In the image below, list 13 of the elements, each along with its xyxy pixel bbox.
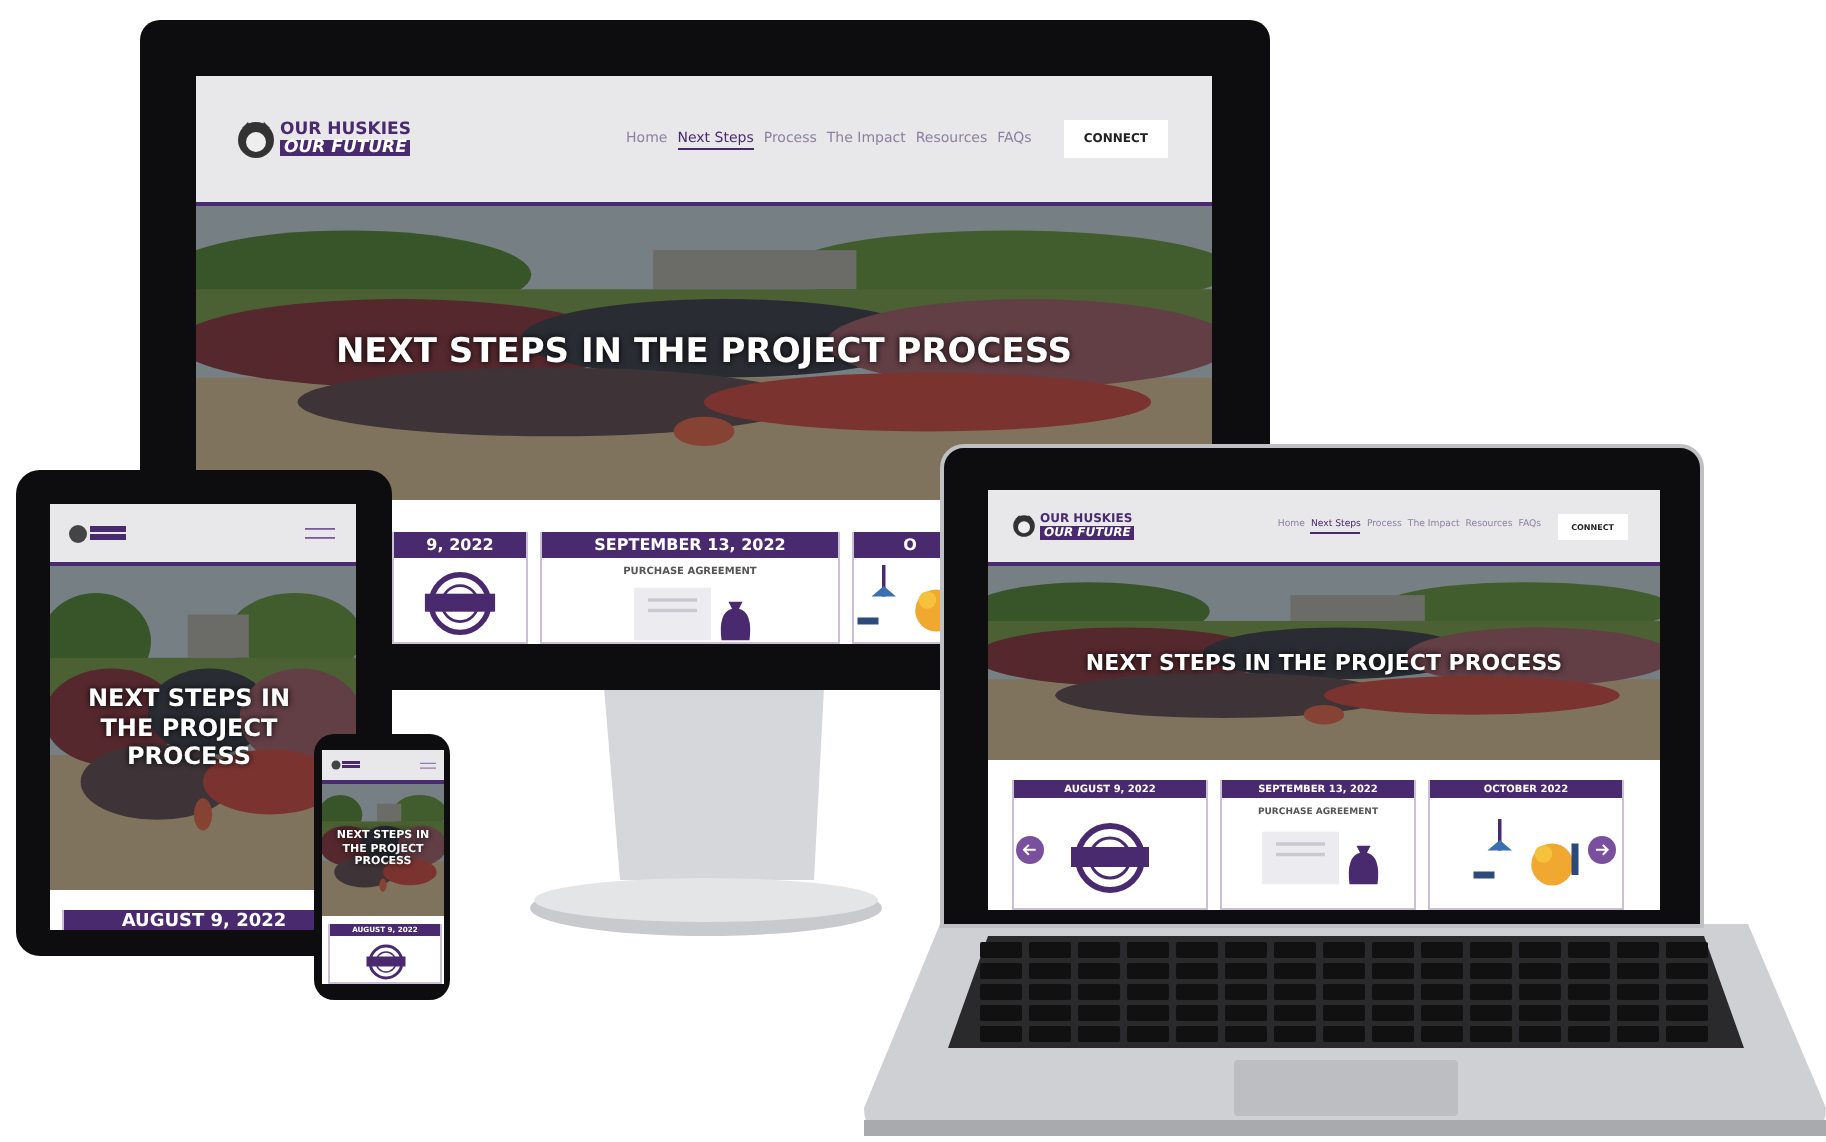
menu-icon[interactable] <box>420 761 436 769</box>
card-date: SEPTEMBER 13, 2022 <box>542 532 838 558</box>
next-button[interactable] <box>1588 835 1616 863</box>
logo-text: OUR FUTURE <box>280 139 411 157</box>
arrow-right-icon <box>1592 839 1612 859</box>
hero-title: NEXT STEPS IN THE PROJECT PROCESS <box>1085 649 1563 677</box>
previous-button[interactable] <box>1016 835 1044 863</box>
arrow-left-icon <box>1020 839 1040 859</box>
card-date: 9, 2022 <box>394 532 526 558</box>
hero-title: NEXT STEPS IN THE PROJECT PROCESS <box>335 332 1073 374</box>
logo-text: OUR HUSKIES <box>280 121 411 139</box>
menu-icon[interactable] <box>304 527 336 539</box>
logo-icon <box>68 523 128 543</box>
